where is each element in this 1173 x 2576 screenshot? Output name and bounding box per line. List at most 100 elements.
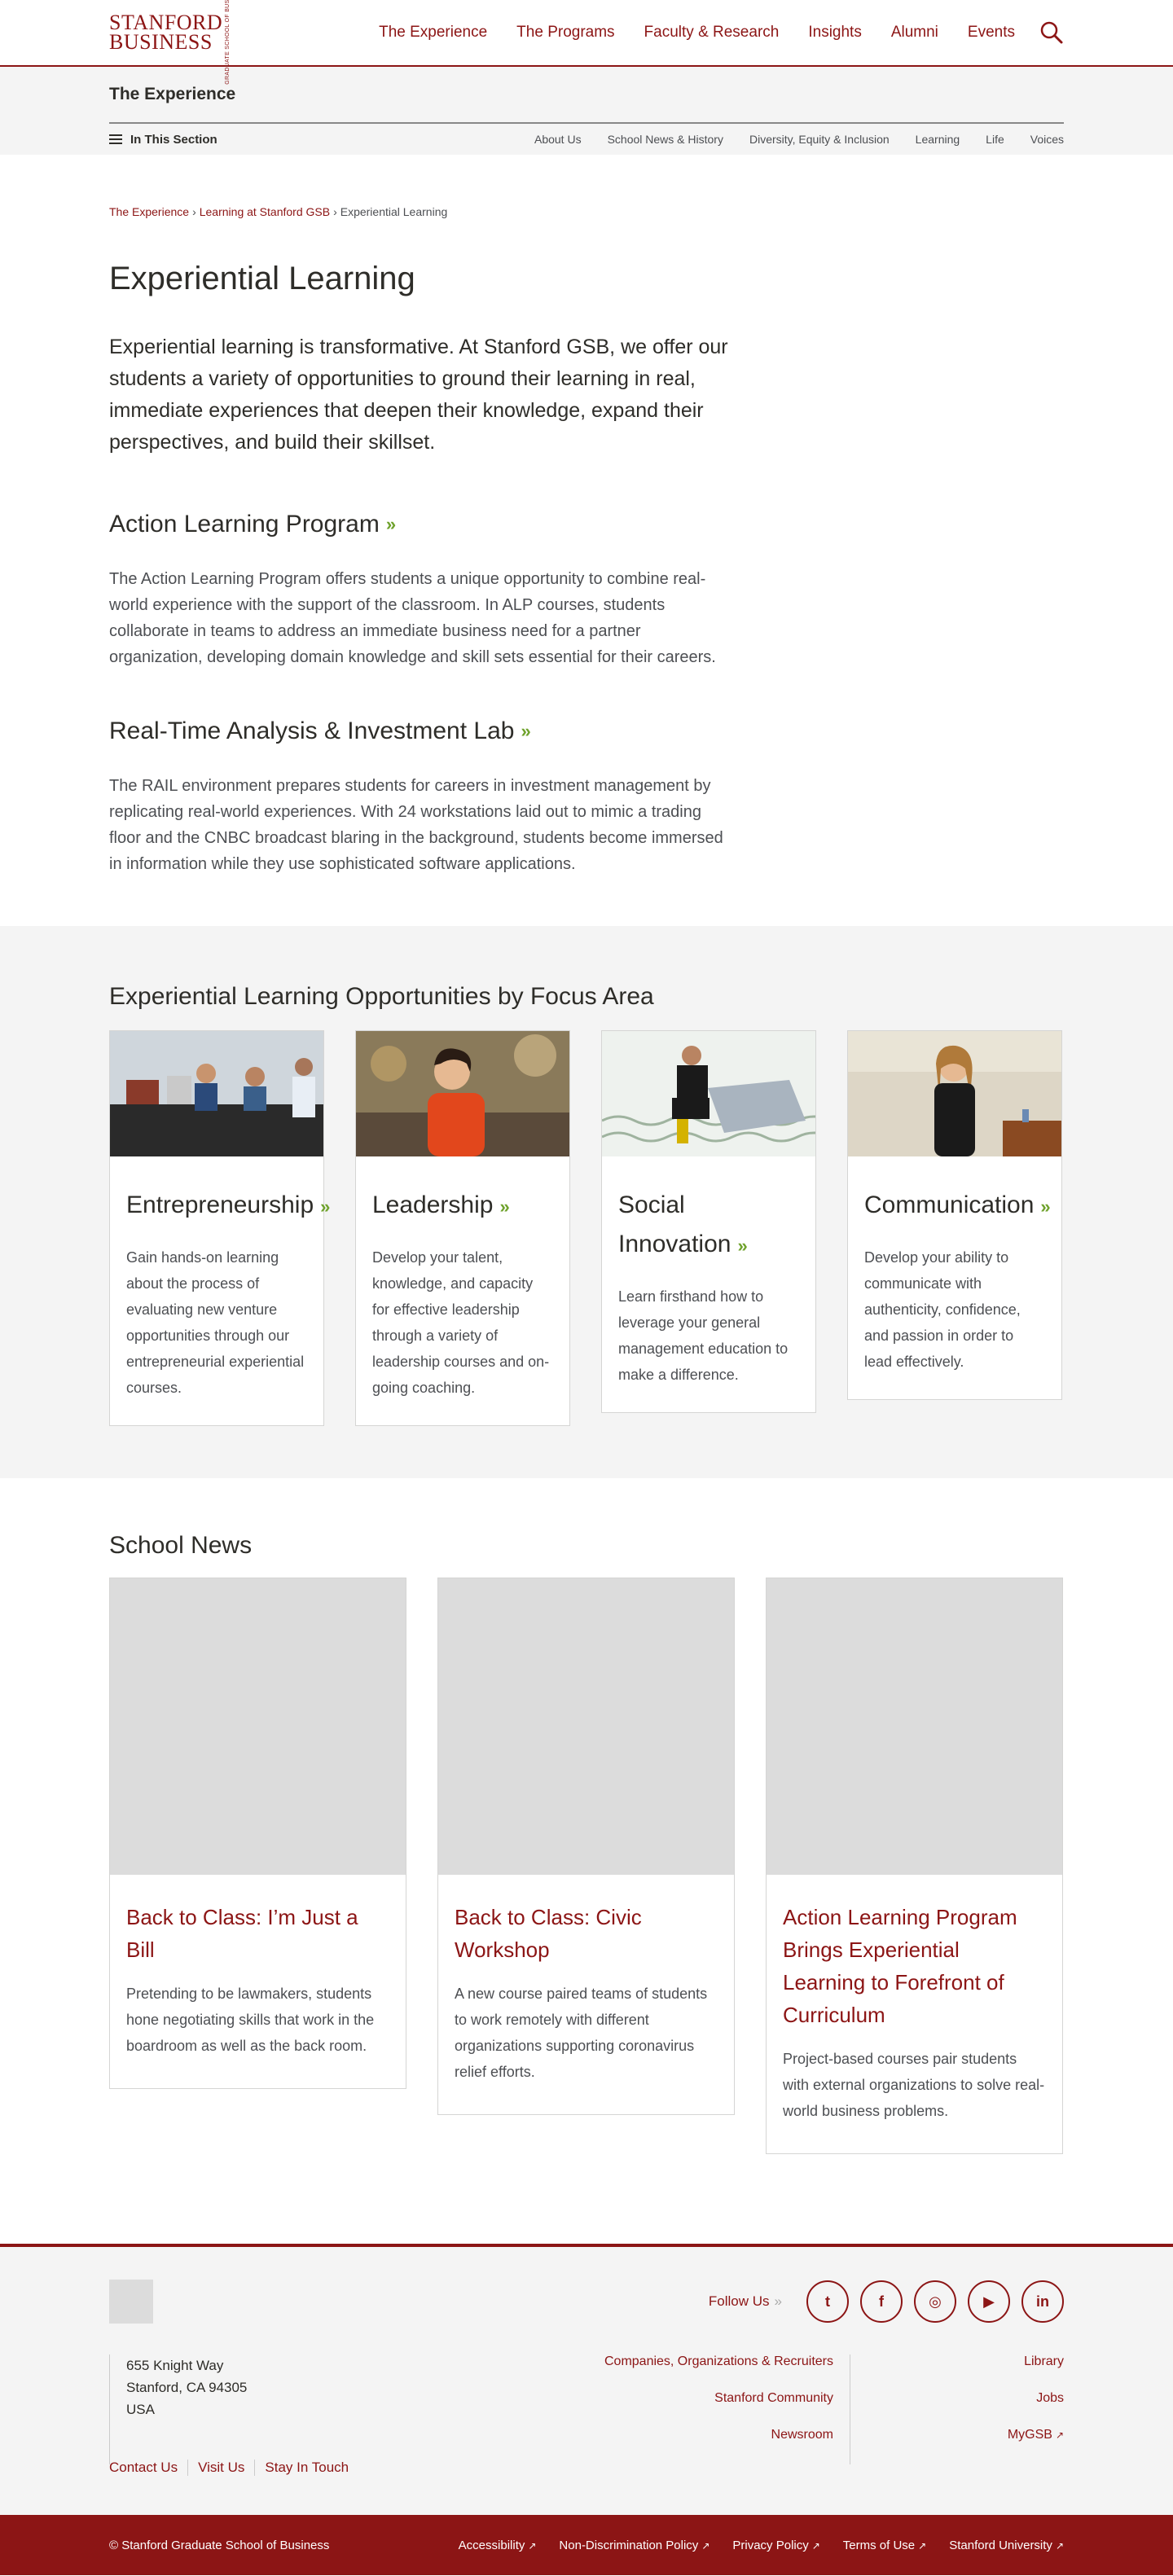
subnav-life[interactable]: Life bbox=[986, 133, 1004, 146]
news-summary: A new course paired teams of students to… bbox=[455, 1986, 708, 2080]
focus-card-title: Entrepreneurship bbox=[126, 1191, 314, 1218]
footer-link-mygsb[interactable]: MyGSB ↗ bbox=[850, 2428, 1064, 2464]
focus-card-text: Develop your talent, knowledge, and capa… bbox=[372, 1249, 550, 1396]
news-image-placeholder bbox=[438, 1578, 734, 1875]
site-header: STANFORD BUSINESS GRADUATE SCHOOL OF BUS… bbox=[0, 0, 1173, 84]
legal-link-stanford-university[interactable]: Stanford University ↗ bbox=[949, 2539, 1064, 2552]
leadership-photo bbox=[356, 1031, 569, 1156]
legal-link-non-discrimination[interactable]: Non-Discrimination Policy ↗ bbox=[559, 2539, 710, 2552]
copyright: © Stanford Graduate School of Business bbox=[109, 2538, 330, 2552]
in-this-section-label: In This Section bbox=[130, 132, 217, 147]
legal-link-terms[interactable]: Terms of Use ↗ bbox=[843, 2539, 926, 2552]
instagram-icon[interactable]: ◎ bbox=[914, 2280, 956, 2323]
footer-link-library[interactable]: Library bbox=[850, 2354, 1064, 2391]
follow-us-label: Follow Us» bbox=[709, 2293, 782, 2310]
chevron-right-icon: » bbox=[499, 1196, 510, 1217]
subnav-learning[interactable]: Learning bbox=[916, 133, 960, 146]
footer-logo[interactable] bbox=[109, 2280, 153, 2324]
section-subnav: About Us School News & History Diversity… bbox=[534, 133, 1064, 146]
footer-link-jobs[interactable]: Jobs bbox=[850, 2391, 1064, 2428]
legal-link-label: Stanford University bbox=[949, 2538, 1052, 2552]
chevron-right-icon: » bbox=[774, 2293, 782, 2309]
breadcrumb-separator: › bbox=[333, 205, 337, 218]
youtube-icon[interactable]: ▶ bbox=[968, 2280, 1010, 2323]
legal-link-privacy[interactable]: Privacy Policy ↗ bbox=[732, 2539, 819, 2552]
address-line: Stanford, CA 94305 bbox=[126, 2380, 248, 2395]
focus-card-entrepreneurship[interactable]: Entrepreneurship » Gain hands-on learning… bbox=[109, 1030, 330, 1426]
footer-link-mygsb-label: MyGSB bbox=[1007, 2428, 1052, 2442]
focus-card-leadership[interactable]: Leadership» Develop your talent, knowled… bbox=[355, 1030, 570, 1426]
legal-bar: © Stanford Graduate School of Business A… bbox=[0, 2515, 1173, 2575]
news-card[interactable]: Back to Class: Civic Workshop A new cour… bbox=[437, 1578, 735, 2115]
contact-us-link[interactable]: Contact Us bbox=[109, 2460, 187, 2476]
breadcrumb-experience[interactable]: The Experience bbox=[109, 205, 189, 218]
news-cards: Back to Class: I’m Just a Bill Pretendin… bbox=[109, 1578, 1064, 2154]
search-icon[interactable] bbox=[1039, 20, 1064, 45]
nav-item-events[interactable]: Events bbox=[968, 24, 1015, 42]
rail-link[interactable]: Real-Time Analysis & Investment Lab » bbox=[109, 718, 728, 745]
focus-card-title: Social Innovation bbox=[618, 1191, 731, 1257]
visit-us-link[interactable]: Visit Us bbox=[187, 2460, 254, 2476]
focus-card-communication[interactable]: Communication» Develop your ability to c… bbox=[847, 1030, 1062, 1400]
news-title[interactable]: Back to Class: Civic Workshop bbox=[455, 1901, 718, 1966]
in-this-section-toggle[interactable]: In This Section bbox=[109, 133, 217, 147]
address: 655 Knight Way Stanford, CA 94305 USA bbox=[109, 2354, 247, 2464]
external-link-icon: ↗ bbox=[701, 2539, 710, 2552]
social-innovation-photo bbox=[602, 1031, 815, 1156]
twitter-icon[interactable]: t bbox=[806, 2280, 849, 2323]
nav-item-experience[interactable]: The Experience bbox=[379, 24, 487, 42]
nav-item-faculty-research[interactable]: Faculty & Research bbox=[644, 24, 780, 42]
nav-item-programs[interactable]: The Programs bbox=[516, 24, 614, 42]
news-card[interactable]: Action Learning Program Brings Experient… bbox=[766, 1578, 1063, 2154]
lead-paragraph: Experiential learning is transformative.… bbox=[109, 336, 728, 454]
legal-link-label: Terms of Use bbox=[842, 2538, 916, 2552]
footer-links-secondary: Library Jobs MyGSB ↗ bbox=[850, 2354, 1064, 2464]
breadcrumb-learning[interactable]: Learning at Stanford GSB bbox=[200, 205, 330, 218]
focus-card-text: Develop your ability to communicate with… bbox=[864, 1249, 1021, 1370]
site-footer: Follow Us» t f ◎ ▶ in 655 Knight Way Sta… bbox=[0, 2244, 1173, 2515]
focus-card-title: Leadership bbox=[372, 1191, 494, 1218]
news-card[interactable]: Back to Class: I’m Just a Bill Pretendin… bbox=[109, 1578, 406, 2089]
external-link-icon: ↗ bbox=[918, 2539, 927, 2552]
section-bar: The Experience In This Section About Us … bbox=[0, 67, 1173, 155]
action-learning-link[interactable]: Action Learning Program» bbox=[109, 511, 728, 538]
subnav-school-news-history[interactable]: School News & History bbox=[608, 133, 723, 146]
logo-second: BUSINESS bbox=[109, 30, 213, 54]
news-title[interactable]: Back to Class: I’m Just a Bill bbox=[126, 1901, 389, 1966]
legal-links: Accessibility ↗ Non-Discrimination Policy… bbox=[459, 2539, 1064, 2552]
subnav-diversity[interactable]: Diversity, Equity & Inclusion bbox=[749, 133, 890, 146]
footer-link-companies[interactable]: Companies, Organizations & Recruiters bbox=[604, 2354, 833, 2391]
menu-icon bbox=[109, 134, 122, 144]
facebook-icon[interactable]: f bbox=[860, 2280, 903, 2323]
breadcrumb: The Experience › Learning at Stanford GSB ›… bbox=[109, 205, 1064, 218]
news-summary: Pretending to be lawmakers, students hon… bbox=[126, 1986, 375, 2054]
focus-card-social-innovation[interactable]: Social Innovation » Learn firsthand how t… bbox=[601, 1030, 816, 1413]
focus-area-cards: Entrepreneurship » Gain hands-on learning… bbox=[109, 1030, 1064, 1426]
page-title: Experiential Learning bbox=[109, 261, 415, 296]
action-learning-block: Action Learning Program» The Action Lear… bbox=[109, 511, 728, 670]
legal-link-label: Accessibility bbox=[458, 2538, 525, 2552]
focus-area-title: Experiential Learning Opportunities by F… bbox=[109, 983, 654, 1010]
entrepreneurship-photo bbox=[110, 1031, 323, 1156]
main-content: The Experience › Learning at Stanford GSB ›… bbox=[109, 155, 1064, 926]
action-learning-title: Action Learning Program bbox=[109, 511, 380, 538]
nav-item-alumni[interactable]: Alumni bbox=[891, 24, 938, 42]
breadcrumb-separator: › bbox=[192, 205, 196, 218]
section-title[interactable]: The Experience bbox=[109, 67, 1064, 122]
subnav-about-us[interactable]: About Us bbox=[534, 133, 582, 146]
action-learning-text: The Action Learning Program offers stude… bbox=[109, 570, 716, 666]
news-title[interactable]: Action Learning Program Brings Experient… bbox=[783, 1901, 1046, 2031]
external-link-icon: ↗ bbox=[528, 2539, 537, 2552]
legal-link-label: Non-Discrimination Policy bbox=[559, 2538, 699, 2552]
legal-link-accessibility[interactable]: Accessibility ↗ bbox=[459, 2539, 537, 2552]
stay-in-touch-link[interactable]: Stay In Touch bbox=[254, 2460, 358, 2476]
footer-link-stanford-community[interactable]: Stanford Community bbox=[604, 2391, 833, 2428]
school-news-section: School News Back to Class: I’m Just a Bi… bbox=[109, 1478, 1064, 2244]
subnav-voices[interactable]: Voices bbox=[1030, 133, 1064, 146]
nav-item-insights[interactable]: Insights bbox=[808, 24, 861, 42]
footer-link-newsroom[interactable]: Newsroom bbox=[604, 2428, 833, 2464]
footer-links-primary: Companies, Organizations & Recruiters St… bbox=[604, 2354, 850, 2464]
external-link-icon: ↗ bbox=[1055, 2539, 1064, 2552]
news-summary: Project-based courses pair students with… bbox=[783, 2051, 1045, 2119]
linkedin-icon[interactable]: in bbox=[1021, 2280, 1064, 2323]
